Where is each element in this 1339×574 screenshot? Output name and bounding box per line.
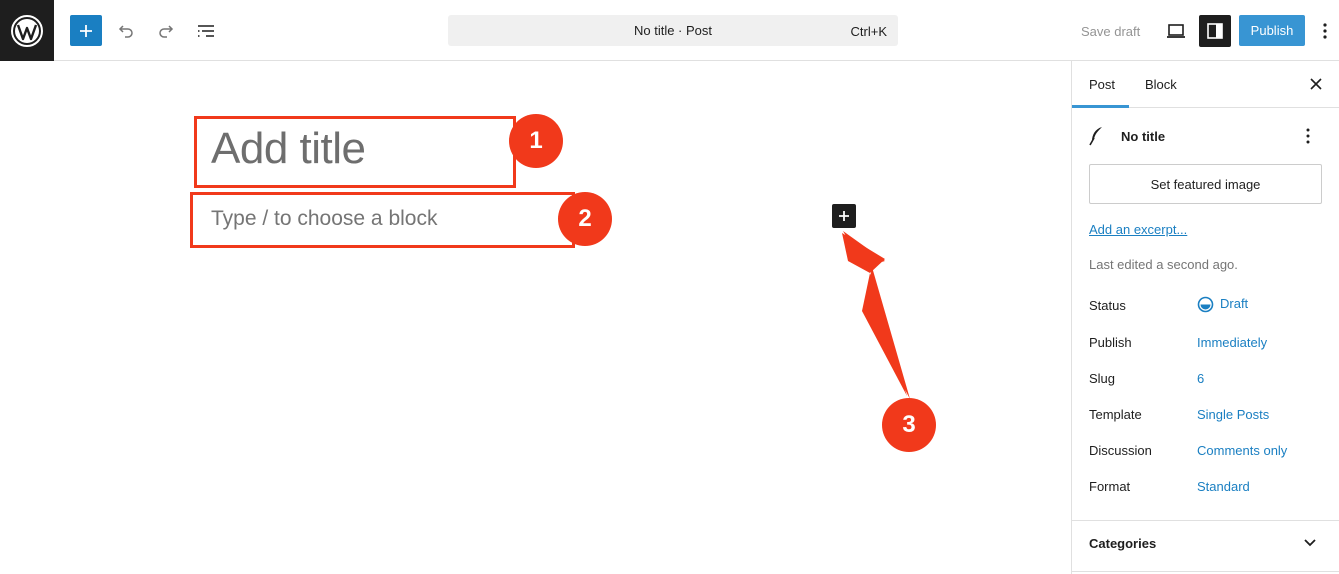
block-inserter-toggle[interactable] xyxy=(70,15,102,46)
post-feather-icon xyxy=(1089,127,1102,146)
block-inserter-button[interactable] xyxy=(832,204,856,228)
plus-icon xyxy=(839,211,849,221)
post-card-header: No title xyxy=(1088,125,1328,147)
post-title-input[interactable]: Add title xyxy=(211,124,366,174)
redo-icon xyxy=(159,25,174,38)
sidebar-settings-icon xyxy=(1207,23,1223,39)
publish-button[interactable]: Publish xyxy=(1239,15,1305,46)
editor-header: No title · Post Ctrl+K Save draft Publis… xyxy=(0,0,1339,61)
document-overview-icon xyxy=(198,25,214,37)
command-shortcut: Ctrl+K xyxy=(850,24,887,39)
settings-sidebar: Post Block No title Set featured image A… xyxy=(1071,61,1339,574)
post-title-label: No title xyxy=(1121,129,1166,144)
wordpress-logo-button[interactable] xyxy=(0,0,54,61)
annotation-arrow xyxy=(842,231,910,399)
tab-post[interactable]: Post xyxy=(1089,77,1115,92)
status-value-button[interactable]: Draft xyxy=(1197,296,1248,313)
discussion-value-button[interactable]: Comments only xyxy=(1197,443,1287,458)
template-value-button[interactable]: Single Posts xyxy=(1197,407,1269,422)
slug-value-button[interactable]: 6 xyxy=(1197,371,1204,386)
format-value-button[interactable]: Standard xyxy=(1197,479,1250,494)
add-excerpt-link[interactable]: Add an excerpt... xyxy=(1089,222,1187,237)
undo-icon xyxy=(118,25,133,38)
wordpress-logo-icon xyxy=(11,14,43,47)
document-overview-button[interactable] xyxy=(190,15,222,47)
categories-panel-toggle[interactable]: Categories xyxy=(1089,536,1156,551)
options-menu-button[interactable] xyxy=(1315,15,1335,47)
editor-canvas: Add title Type / to choose a block 1 2 3 xyxy=(0,61,1071,574)
publish-value-button[interactable]: Immediately xyxy=(1197,335,1267,350)
last-edited-text: Last edited a second ago. xyxy=(1089,257,1238,272)
panel-divider-bottom xyxy=(1072,571,1339,572)
settings-toggle-button[interactable] xyxy=(1199,15,1231,47)
template-label: Template xyxy=(1089,407,1142,422)
more-vertical-icon xyxy=(1306,128,1310,144)
command-palette-bar[interactable]: No title · Post Ctrl+K xyxy=(448,15,898,46)
default-block-appender[interactable]: Type / to choose a block xyxy=(211,207,437,231)
plus-icon xyxy=(80,24,92,37)
close-icon xyxy=(1310,78,1322,90)
set-featured-image-button[interactable]: Set featured image xyxy=(1089,164,1322,204)
more-vertical-icon xyxy=(1323,23,1327,39)
panel-divider xyxy=(1072,520,1339,521)
categories-expand-button[interactable] xyxy=(1300,533,1320,553)
status-value: Draft xyxy=(1220,296,1249,311)
preview-button[interactable] xyxy=(1160,15,1191,46)
status-label: Status xyxy=(1089,298,1126,313)
publish-label: Publish xyxy=(1089,335,1132,350)
sidebar-tabs: Post Block xyxy=(1072,61,1339,108)
redo-button[interactable] xyxy=(150,15,182,47)
save-draft-button[interactable]: Save draft xyxy=(1081,24,1140,39)
undo-button[interactable] xyxy=(110,15,142,47)
close-settings-button[interactable] xyxy=(1305,73,1327,95)
discussion-label: Discussion xyxy=(1089,443,1152,458)
slug-label: Slug xyxy=(1089,371,1116,386)
post-actions-button[interactable] xyxy=(1303,125,1313,147)
format-label: Format xyxy=(1089,479,1131,494)
annotation-badge-2: 2 xyxy=(558,192,612,246)
chevron-down-icon xyxy=(1304,539,1316,547)
tab-block[interactable]: Block xyxy=(1145,77,1177,92)
document-title: No title · Post xyxy=(633,23,713,38)
status-draft-icon xyxy=(1197,296,1214,313)
active-tab-indicator xyxy=(1072,105,1129,108)
annotation-badge-1: 1 xyxy=(509,114,563,168)
desktop-preview-icon xyxy=(1166,23,1185,38)
